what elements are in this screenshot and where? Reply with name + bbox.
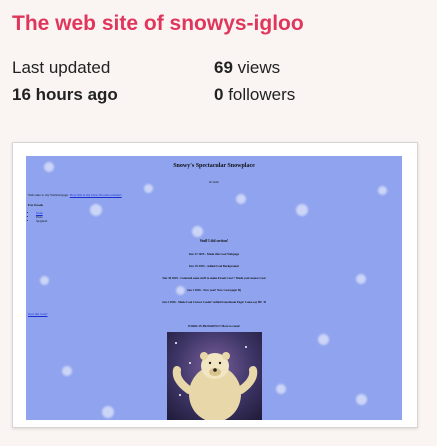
snowflake [296,204,308,216]
snowflake [102,406,114,418]
followers-count: 0 [214,85,224,104]
snowflake [318,334,329,345]
snowflake [236,194,246,204]
screenshot-foods-list: Steak Pizza Spaghetti [36,211,47,223]
snowflake [192,226,203,237]
counts-stat: 69 views 0 followers [214,54,295,108]
screenshot-wip-text: WORK IN PROGRESS!! More to come! [187,324,241,328]
screenshot-log-entry: Jan 1 2026 - New year! New Cool page! B) [187,288,241,292]
screenshot-welcome-text: Welcome to my Webbertpage. [28,193,69,197]
site-screenshot[interactable]: Snowy's Spectacular Snowplace Or hello W… [26,156,402,420]
snowflake [378,186,387,195]
screenshot-stuff-heading: Stuff I did section! [199,239,229,243]
screenshot-subtitle: Or hello [209,180,219,184]
snowflake [90,204,102,216]
snowflake [144,184,153,193]
screenshot-does-this-work-link[interactable]: Does this work? [28,312,48,316]
screenshot-log-entry: Dec 29 2025 - Added Cool Background [189,264,239,268]
screenshot-welcome: Welcome to my Webbertpage. Now this is m… [28,193,122,197]
last-updated-stat: Last updated 16 hours ago [12,54,118,108]
views-count: 69 [214,58,233,77]
screenshot-log-entry: Dec 27 2025 - Made this Cool Webpage [189,252,239,256]
views-label: views [237,58,281,77]
list-item: Spaghetti [36,219,47,223]
last-updated-value: 16 hours ago [12,85,118,104]
screenshot-log-entry: Dec 30 2025 - Centered some stuff to mak… [162,276,266,280]
polar-bear-image [167,332,262,420]
site-title: The web site of snowys-igloo [12,12,304,35]
snowflake [62,366,72,376]
screenshot-log-entry: Jan 3 2026 - Made Cool Cursor Cooler! Ad… [161,300,267,304]
followers-label: followers [228,85,296,104]
screenshot-page-title: Snowy's Spectacular Snowplace [173,163,255,169]
views-stat: 69 views [214,54,295,81]
followers-stat[interactable]: 0 followers [214,81,295,108]
screenshot-foods-heading: Fav Foods [28,203,43,207]
last-updated-label: Last updated [12,58,111,77]
screenshot-welcome-link[interactable]: Now this is my brew favorite website! [70,193,122,197]
snowflake [356,394,367,405]
polar-bear-icon [172,352,258,420]
site-screenshot-card[interactable]: Snowy's Spectacular Snowplace Or hello W… [12,142,418,428]
snowflake [276,384,286,394]
